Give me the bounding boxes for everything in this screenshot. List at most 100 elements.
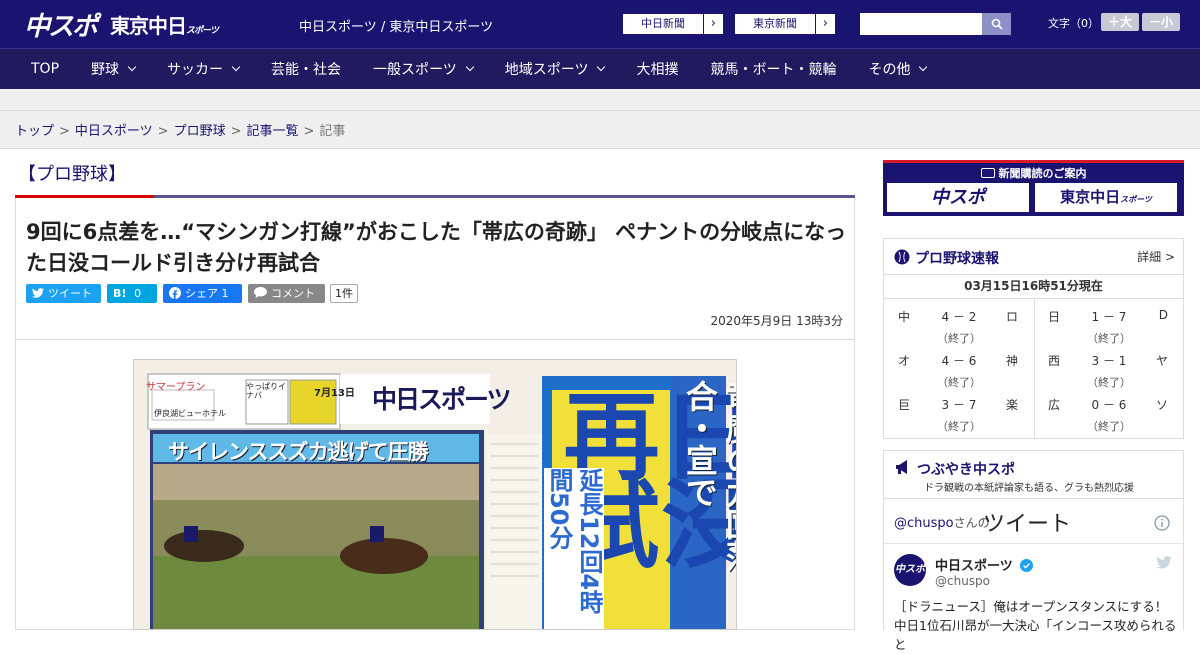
nav-baseball[interactable]: 野球: [75, 59, 151, 79]
game-score[interactable]: 西3 － 1 ヤ（終了）: [1034, 343, 1184, 389]
breadcrumb-separator: >: [230, 124, 242, 139]
megaphone-icon: [896, 460, 907, 474]
tokyo-shimbun-label: 東京新聞: [753, 17, 797, 30]
scoreboard-timestamp: 03月15日16時51分現在: [964, 279, 1103, 293]
site-header: 中スポ 東京中日スポーツ 中日スポーツ / 東京中日スポーツ 中日新聞 › 東京…: [0, 0, 1200, 48]
game-status: （終了）: [937, 420, 981, 433]
chevron-down-icon: [231, 62, 241, 72]
nav-label: その他: [868, 62, 911, 78]
article-category: 【プロ野球】: [18, 164, 126, 185]
subscribe-chunichi-button[interactable]: 中スポ: [886, 182, 1030, 213]
comment-button[interactable]: コメント: [248, 284, 325, 303]
avatar[interactable]: 中スポ: [894, 554, 926, 586]
breadcrumb-separator: >: [303, 124, 315, 139]
tweet-text: ［ドラニュース］俺はオープンスタンスにする！中日1位石川昂が一大決心「インコース…: [894, 599, 1177, 652]
nav-soccer[interactable]: サッカー: [151, 59, 255, 79]
away-team: 神: [1005, 354, 1018, 368]
verified-badge-icon: [1020, 559, 1034, 572]
font-smaller-button[interactable]: －小: [1142, 13, 1180, 31]
twitter-feed-title: ツイート: [983, 512, 1072, 537]
scoreboard-games: 中4 － 2 ロ（終了） 日1 － 7 D （終了） オ4 － 6 神（終了） 西3 －…: [884, 298, 1183, 439]
nav-general-sports[interactable]: 一般スポーツ: [357, 59, 489, 79]
facebook-share-count: 1: [221, 287, 229, 300]
nav-label: TOP: [31, 61, 60, 77]
font-bigger-button[interactable]: ＋大: [1101, 13, 1139, 31]
search-input[interactable]: [860, 13, 982, 35]
facebook-icon: [169, 287, 181, 299]
game-score[interactable]: 日1 － 7 D （終了）: [1034, 299, 1184, 345]
scoreboard-title: プロ野球速報: [915, 251, 999, 267]
tweet-share-label: ツイート: [48, 287, 92, 300]
tokyo-chunichi-logo-text: 東京中日: [110, 14, 187, 38]
game-score[interactable]: オ4 － 6 神（終了）: [884, 343, 1034, 389]
divider: [884, 543, 1183, 544]
search-icon: [991, 18, 1003, 30]
facebook-share-button[interactable]: シェア 1: [163, 284, 242, 303]
game-score[interactable]: 広0 － 6 ソ（終了）: [1034, 387, 1184, 433]
chevron-right-icon: ›: [703, 14, 723, 34]
breadcrumb: トップ > 中日スポーツ > プロ野球 > 記事一覧 > 記事: [15, 120, 345, 139]
tokyo-chunichi-logo[interactable]: 東京中日スポーツ: [110, 10, 219, 39]
nav-label: 芸能・社会: [271, 62, 342, 78]
tokyo-shimbun-link[interactable]: 東京新聞 ›: [734, 13, 836, 35]
search-button[interactable]: [982, 13, 1011, 35]
font-size-label: 文字（0）: [1048, 17, 1099, 30]
breadcrumb-top[interactable]: トップ: [15, 124, 54, 139]
article-divider: [16, 339, 854, 340]
divider: [884, 498, 1183, 499]
nav-other[interactable]: その他: [852, 59, 942, 79]
game-score[interactable]: 中4 － 2 ロ（終了）: [884, 299, 1034, 345]
article-headline: 9回に6点差を…“マシンガン打線”がおこした「帯広の奇跡」 ペナントの分岐点にな…: [26, 220, 847, 275]
subscription-banner[interactable]: 新聞購読のご案内 中スポ 東京中日スポーツ: [883, 160, 1184, 216]
facebook-share-label: シェア: [185, 287, 218, 300]
photo-masthead: 中日スポーツ: [372, 385, 512, 414]
tweet-author-name[interactable]: 中日スポーツ: [935, 555, 1034, 574]
chunichi-shimbun-label: 中日新聞: [641, 17, 685, 30]
newspaper-icon: [980, 168, 995, 178]
newspaper-front-page-image[interactable]: サマープラン やっぱりイナバ 伊良湖ビューホテル 7月13日 中日スポーツ サイ…: [133, 359, 737, 630]
hatena-bookmark-button[interactable]: B! 0: [107, 284, 157, 303]
chunichi-shimbun-link[interactable]: 中日新聞 ›: [622, 13, 724, 35]
game-status: （終了）: [1087, 420, 1131, 433]
hatena-count: 0: [134, 287, 142, 300]
nav-entertainment[interactable]: 芸能・社会: [255, 59, 357, 79]
twitter-widget-subtitle: ドラ観戦の本紙評論家も語る、グラも熱烈応援: [924, 483, 1134, 494]
twitter-bird-icon: [32, 288, 44, 298]
photo-date-text: 7月13日: [314, 388, 355, 399]
nav-regional-sports[interactable]: 地域スポーツ: [489, 59, 621, 79]
tokyo-chunichi-logo-small: スポーツ: [186, 26, 219, 36]
tweet-author-label: 中日スポーツ: [935, 559, 1013, 574]
nav-racing[interactable]: 競馬・ボート・競輪: [694, 59, 852, 79]
away-team: ソ: [1155, 398, 1168, 412]
breadcrumb-article-list[interactable]: 記事一覧: [247, 124, 299, 139]
article-date: 2020年5月9日 13時3分: [710, 314, 843, 328]
baseball-scoreboard: プロ野球速報 詳細 > 03月15日16時51分現在 中4 － 2 ロ（終了） 日…: [883, 238, 1184, 439]
comment-count-badge: 1件: [330, 284, 358, 303]
nav-top[interactable]: TOP: [0, 61, 75, 77]
nav-sumo[interactable]: 大相撲: [620, 59, 694, 79]
site-name: 中日スポーツ / 東京中日スポーツ: [299, 20, 494, 35]
chevron-right-icon: ›: [815, 14, 835, 34]
nav-label: 地域スポーツ: [504, 62, 589, 78]
twitter-handle-link[interactable]: @chuspo: [894, 516, 954, 531]
main-nav: TOP 野球 サッカー 芸能・社会 一般スポーツ 地域スポーツ 大相撲 競馬・ボ…: [0, 48, 1200, 89]
nav-label: 大相撲: [636, 62, 679, 78]
info-icon[interactable]: [1154, 515, 1170, 531]
game-score[interactable]: 巨3 － 7 楽（終了）: [884, 387, 1034, 433]
chuspo-logo[interactable]: 中スポ: [24, 6, 98, 43]
nav-label: 一般スポーツ: [373, 62, 457, 78]
subscribe-tokyo-label: 東京中日: [1060, 188, 1121, 206]
chevron-down-icon: [465, 62, 474, 72]
photo-ad-text: 伊良湖ビューホテル: [154, 409, 226, 418]
twitter-bird-icon[interactable]: [1156, 556, 1172, 569]
breadcrumb-chunichi-sports[interactable]: 中日スポーツ: [75, 124, 153, 139]
subscribe-tokyo-chunichi-button[interactable]: 東京中日スポーツ: [1034, 182, 1178, 213]
subscription-title-text: 新聞購読のご案内: [998, 167, 1087, 180]
photo-ad-text: サマープラン: [146, 382, 206, 393]
photo-racing-headline: サイレンススズカ逃げて圧勝: [168, 440, 429, 464]
breadcrumb-pro-baseball[interactable]: プロ野球: [174, 124, 226, 139]
scoreboard-detail-link[interactable]: 詳細 >: [1137, 248, 1175, 265]
tweet-share-button[interactable]: ツイート: [26, 284, 101, 303]
tweet-author-handle[interactable]: @chuspo: [935, 574, 990, 588]
twitter-feed-handle: @chuspoさんの: [894, 514, 990, 531]
